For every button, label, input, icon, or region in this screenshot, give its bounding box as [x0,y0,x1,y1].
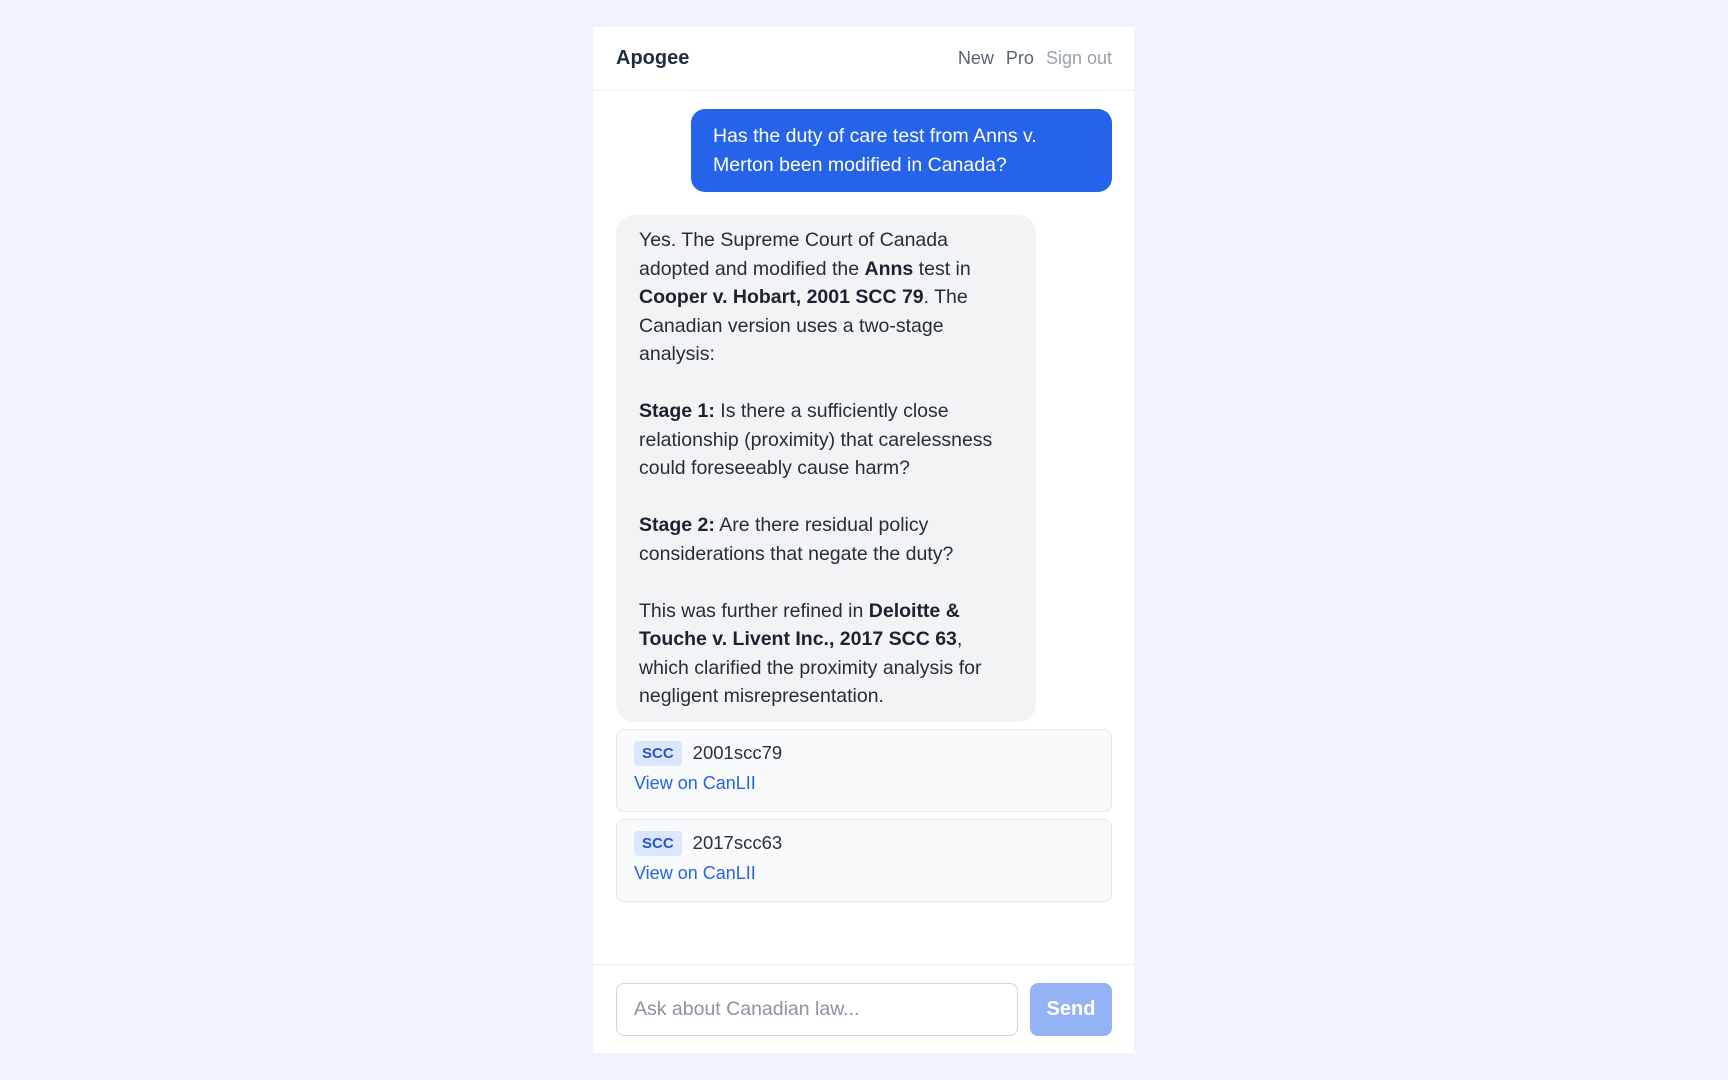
send-button[interactable]: Send [1030,982,1112,1036]
citation-card: SCC 2001scc79 View on CanLII [616,728,1112,812]
question-input[interactable] [616,982,1018,1036]
view-on-canlii-link[interactable]: View on CanLII [634,863,756,884]
assistant-message: Yes. The Supreme Court of Canada adopted… [616,215,1036,722]
message-list: Has the duty of care test from Anns v. M… [593,91,1134,964]
case-name: Anns [864,257,914,280]
citation-id: 2001scc79 [692,742,783,763]
refinement-paragraph: This was further refined in Deloitte & T… [639,599,982,708]
case-citation: Cooper v. Hobart, 2001 SCC 79 [639,286,924,308]
court-badge: SCC [634,830,682,856]
stage-1-paragraph: Stage 1: Is there a sufficiently close r… [639,400,993,479]
stage-1-label: Stage 1: [639,400,715,422]
citation-card: SCC 2017scc63 View on CanLII [616,818,1112,902]
answer-paragraph: Yes. The Supreme Court of Canada adopted… [639,229,971,365]
composer: Send [593,964,1134,1053]
stage-2-paragraph: Stage 2: Are there residual policy consi… [639,514,954,565]
app-header: Apogee New Pro Sign out [593,27,1134,91]
brand-logo[interactable]: Apogee [616,47,689,70]
view-on-canlii-link[interactable]: View on CanLII [634,773,756,794]
court-badge: SCC [634,740,682,766]
pro-link[interactable]: Pro [1006,48,1034,69]
chat-app: Apogee New Pro Sign out Has the duty of … [593,27,1134,1053]
stage-2-label: Stage 2: [639,514,715,536]
header-nav: New Pro Sign out [958,48,1112,69]
new-chat-link[interactable]: New [958,48,994,69]
sign-out-link[interactable]: Sign out [1046,48,1112,69]
citation-id: 2017scc63 [692,832,783,853]
user-message: Has the duty of care test from Anns v. M… [691,109,1112,192]
